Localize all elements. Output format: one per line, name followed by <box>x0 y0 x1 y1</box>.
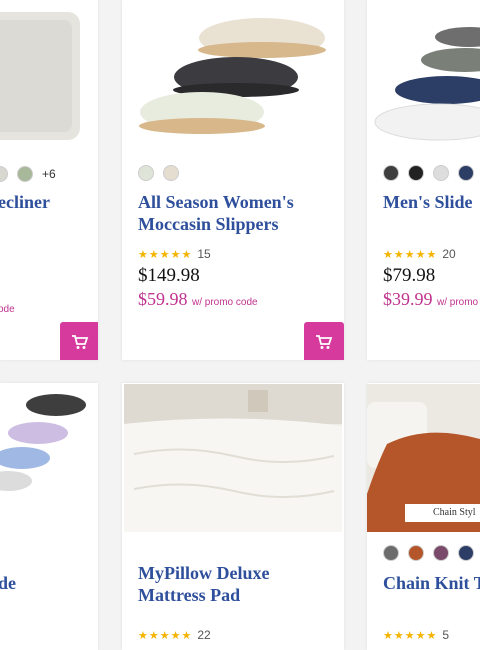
add-to-cart-button[interactable] <box>60 322 98 360</box>
product-rating: ★★★★★ 15 <box>138 247 211 261</box>
product-card-slides[interactable]: de <box>0 383 98 650</box>
moccasin-slippers-image[interactable] <box>122 0 344 150</box>
color-swatch[interactable] <box>408 545 424 561</box>
product-rating: ★★★★★ 5 <box>383 628 449 642</box>
colored-slides-image[interactable] <box>0 383 98 533</box>
promo-price: $39.99 w/ promo <box>383 289 479 309</box>
promo-code-note: ode <box>0 304 15 315</box>
add-to-cart-button[interactable] <box>304 322 344 360</box>
product-card-recliner[interactable]: +6 ecliner ode <box>0 0 98 360</box>
product-title[interactable]: All Season Women's Moccasin Slippers <box>138 191 328 235</box>
color-swatch[interactable] <box>17 166 33 182</box>
product-card-moccasin[interactable]: All Season Women's Moccasin Slippers ★★★… <box>122 0 344 360</box>
star-rating-icon: ★★★★★ <box>138 248 193 261</box>
product-card-chain-knit[interactable]: Chain Styl Chain Knit T Blankets ★★★★★ 5 <box>367 383 480 650</box>
star-rating-icon: ★★★★★ <box>138 629 193 642</box>
product-title[interactable]: Men's Slide <box>383 191 473 213</box>
mattress-pad-image[interactable] <box>124 384 342 532</box>
review-count: 5 <box>442 628 449 642</box>
promo-price: $59.98 w/ promo code <box>138 289 258 309</box>
image-label: Chain Styl <box>433 507 476 518</box>
review-count: 22 <box>197 628 211 642</box>
review-count: 20 <box>442 247 456 261</box>
product-title[interactable]: MyPillow Deluxe Mattress Pad <box>138 562 328 606</box>
cart-icon <box>316 335 333 349</box>
product-rating: ★★★★★ 20 <box>383 247 456 261</box>
cart-icon <box>72 335 89 349</box>
regular-price: $79.98 <box>383 265 436 286</box>
product-title[interactable]: de <box>0 572 16 594</box>
regular-price: $149.98 <box>138 265 200 286</box>
color-swatch[interactable] <box>408 165 424 181</box>
color-swatch[interactable] <box>433 545 449 561</box>
star-rating-icon: ★★★★★ <box>383 629 438 642</box>
color-swatch[interactable] <box>383 545 399 561</box>
color-swatch[interactable] <box>433 165 449 181</box>
color-swatch[interactable] <box>163 165 179 181</box>
product-title[interactable]: Chain Knit T Blankets <box>383 572 480 594</box>
slide-sandals-image[interactable] <box>367 0 480 150</box>
color-swatch[interactable] <box>138 165 154 181</box>
product-card-mattress-pad[interactable]: MyPillow Deluxe Mattress Pad ★★★★★ 22 <box>122 383 344 650</box>
more-colors-count: +6 <box>42 167 56 181</box>
product-rating: ★★★★★ 22 <box>138 628 211 642</box>
review-count: 15 <box>197 247 211 261</box>
star-rating-icon: ★★★★★ <box>383 248 438 261</box>
pillow-image[interactable] <box>0 0 98 150</box>
color-swatch[interactable] <box>0 166 8 182</box>
product-card-mens-slide[interactable]: Men's Slide ★★★★★ 20 $79.98 $39.99 w/ pr… <box>367 0 480 360</box>
product-title[interactable]: ecliner <box>0 191 50 213</box>
color-swatch[interactable] <box>458 165 474 181</box>
color-swatch[interactable] <box>383 165 399 181</box>
color-swatch[interactable] <box>458 545 474 561</box>
